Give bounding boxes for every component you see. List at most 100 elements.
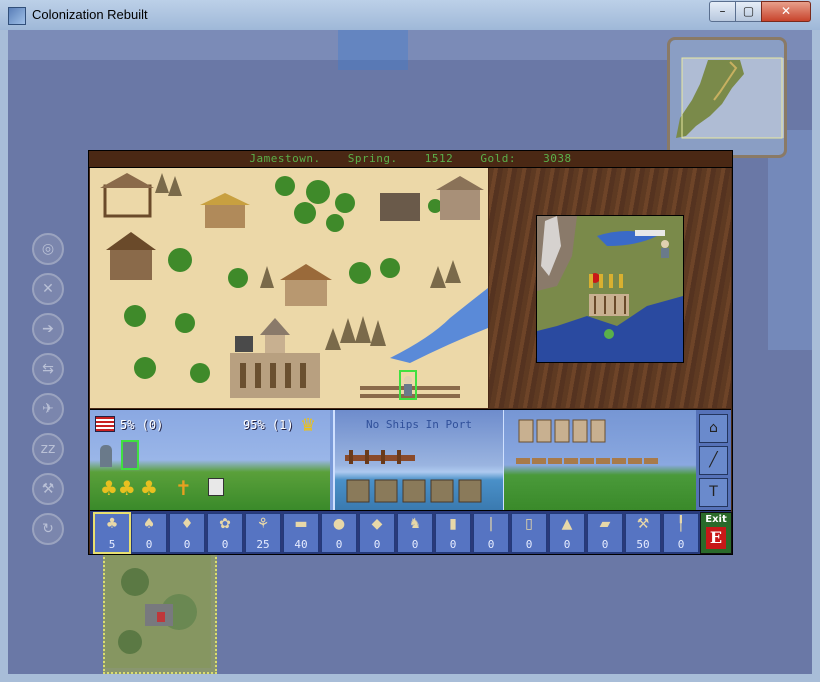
colonist-icon[interactable]: [100, 445, 112, 467]
colony-surroundings-map[interactable]: [536, 215, 684, 363]
rum-icon: ▮: [449, 516, 457, 532]
musket-icon: ╱: [709, 452, 718, 468]
military-view-button[interactable]: ╱: [699, 446, 728, 475]
target-button[interactable]: ◎: [32, 233, 64, 265]
goods-slot-lumber[interactable]: ▬ 40: [283, 513, 319, 553]
goods-slot-cigars[interactable]: | 0: [473, 513, 509, 553]
goods-amount: 0: [145, 538, 153, 551]
tools-icon: ⚒: [636, 516, 650, 532]
minimap[interactable]: [667, 37, 787, 158]
corn-icon: ♣: [105, 516, 119, 532]
goods-slot-silver[interactable]: ◆ 0: [359, 513, 395, 553]
colony-season: Spring.: [347, 152, 398, 165]
colonist-selected-icon[interactable]: [121, 440, 139, 470]
colony-panel[interactable]: Jamestown. Spring. 1512 Gold: 3038 5% (0…: [88, 150, 733, 555]
goods-slot-food[interactable]: ♣ 5: [93, 512, 131, 554]
bird-icon: ✈: [42, 401, 54, 417]
exit-label: Exit: [705, 514, 727, 525]
cotton-icon: ✿: [219, 516, 231, 532]
buildings-canvas: [90, 168, 488, 408]
end-turn-button[interactable]: ↻: [32, 513, 64, 545]
route-button[interactable]: ⇆: [32, 353, 64, 385]
cycle-icon: ↻: [42, 521, 54, 537]
selected-tile-preview[interactable]: [103, 550, 217, 674]
goods-amount: 0: [563, 538, 571, 551]
colony-view-buttons: ⌂ ╱ T: [696, 410, 731, 510]
goods-amount: 0: [411, 538, 419, 551]
map-ocean-tile: [338, 30, 408, 70]
window-frame-left: [0, 30, 8, 682]
cigar-icon: |: [488, 516, 494, 532]
port-panel[interactable]: No Ships In Port: [333, 410, 505, 510]
sentry-button[interactable]: zz: [32, 433, 64, 465]
colony-name: Jamestown.: [249, 152, 321, 165]
maximize-button[interactable]: ▢: [735, 1, 762, 22]
production-view-button[interactable]: T: [699, 478, 728, 507]
goods-amount: 50: [636, 538, 650, 551]
colony-year: 1512: [424, 152, 454, 165]
silver-icon: ◆: [371, 516, 383, 532]
dock-canvas: [345, 450, 482, 503]
exit-button[interactable]: Exit E: [700, 512, 732, 554]
crossed-tools-button[interactable]: ✕: [32, 273, 64, 305]
buildings-area[interactable]: [90, 168, 488, 408]
goods-slot-coats[interactable]: ▲ 0: [549, 513, 585, 553]
goods-slot-trade-goods[interactable]: ▰ 0: [587, 513, 623, 553]
colony-status-row: 5% (0) 95% (1) ♛ ♣♣ ♣ ✝ No Ships In Port: [90, 409, 731, 510]
lumber-icon: ▬: [294, 516, 308, 532]
furs-icon: ⚘: [256, 516, 270, 532]
production-panel[interactable]: [504, 410, 696, 510]
goods-slot-muskets[interactable]: ╿ 0: [663, 513, 699, 553]
colony-header: Jamestown. Spring. 1512 Gold: 3038: [89, 151, 732, 168]
flag-icon: [95, 416, 115, 432]
rebels-percent: 5% (0): [120, 418, 164, 432]
goods-slot-ore[interactable]: ● 0: [321, 513, 357, 553]
colonists-panel[interactable]: 5% (0) 95% (1) ♛ ♣♣ ♣ ✝: [90, 410, 330, 510]
fork-arrows-icon: ⇆: [42, 361, 54, 377]
surroundings-canvas: [537, 216, 683, 362]
goods-slot-cloth[interactable]: ▯ 0: [511, 513, 547, 553]
window-frame-bottom: [0, 674, 820, 682]
explore-button[interactable]: ✈: [32, 393, 64, 425]
window-frame-right: [812, 30, 820, 682]
goods-slot-horses[interactable]: ♞ 0: [397, 513, 433, 553]
crossed-tools-icon: ✕: [42, 281, 54, 297]
goods-slot-rum[interactable]: ▮ 0: [435, 513, 471, 553]
app-icon: [8, 7, 26, 25]
tile-preview-canvas: [105, 552, 211, 668]
plow-button[interactable]: ⚒: [32, 473, 64, 505]
goods-bar: ♣ 5 ♠ 0 ♦ 0 ✿ 0 ⚘ 25 ▬ 40 ● 0 ◆ 0 ♞ 0 ▮ 0 | 0 ▯ 0 ▲ 0…: [90, 510, 732, 554]
colony-land-panel[interactable]: [489, 168, 731, 408]
gold-label: Gold:: [480, 152, 516, 165]
goods-amount: 5: [108, 538, 116, 551]
goods-amount: 0: [677, 538, 685, 551]
goods-slot-tools[interactable]: ⚒ 50: [625, 513, 661, 553]
buildings-view-button[interactable]: ⌂: [699, 414, 728, 443]
goods-amount: 0: [487, 538, 495, 551]
goto-button[interactable]: ➔: [32, 313, 64, 345]
sugar-icon: ♠: [142, 516, 156, 532]
trade-goods-icon: ▰: [599, 516, 611, 532]
hammer-icon: T: [709, 484, 718, 500]
goods-slot-tobacco[interactable]: ♦ 0: [169, 513, 205, 553]
goods-amount: 0: [449, 538, 457, 551]
goods-amount: 0: [601, 538, 609, 551]
bell-icon: [208, 478, 224, 496]
minimize-button[interactable]: –: [709, 1, 736, 22]
map-coast-tile: [768, 130, 812, 350]
crown-icon: ♛: [300, 415, 317, 436]
tobacco-icon: ♦: [180, 516, 194, 532]
sleep-icon: zz: [40, 441, 56, 457]
musket-icon: ╿: [676, 516, 686, 532]
goods-slot-cotton[interactable]: ✿ 0: [207, 513, 243, 553]
goods-slot-sugar[interactable]: ♠ 0: [131, 513, 167, 553]
goods-slot-furs[interactable]: ⚘ 25: [245, 513, 281, 553]
title-bar[interactable]: Colonization Rebuilt – ▢ ✕: [0, 0, 820, 31]
goods-amount: 0: [373, 538, 381, 551]
goods-amount: 40: [294, 538, 308, 551]
corn-icon: ♣♣: [100, 476, 136, 500]
plow-icon: ⚒: [41, 481, 55, 497]
building-icon: ⌂: [709, 420, 718, 436]
coat-icon: ▲: [561, 516, 573, 532]
close-button[interactable]: ✕: [761, 1, 811, 22]
